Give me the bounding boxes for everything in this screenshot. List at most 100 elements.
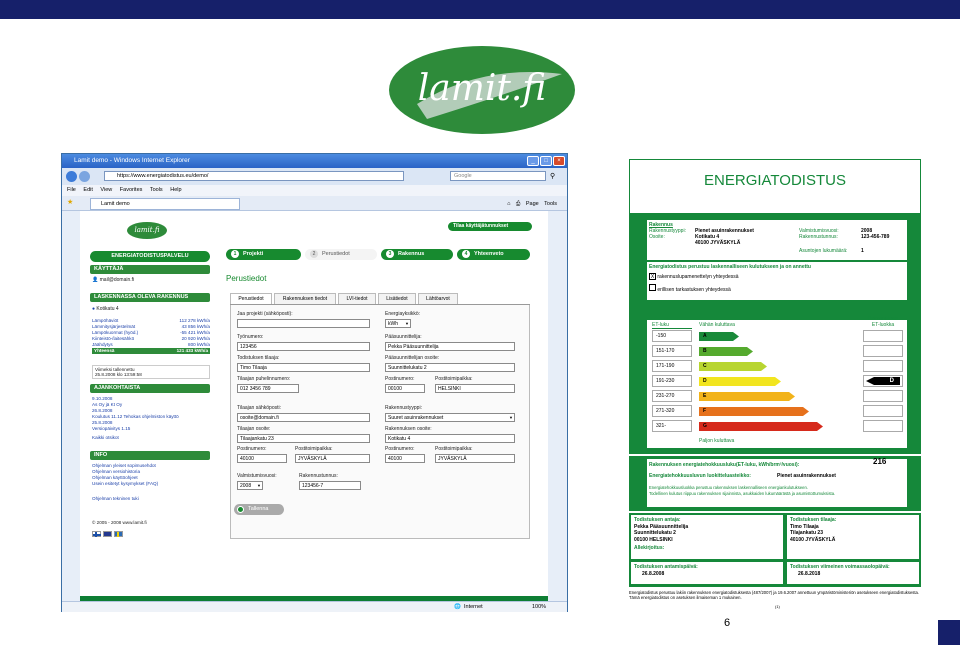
cert-green-area: Rakennus Rakennustyyppi: Pienet asuinrak… xyxy=(629,214,921,454)
cert-result-area: Rakennuksen energiatehokkuusluku(ET-luku… xyxy=(629,456,921,511)
year-label: Valmistumisvuosi: xyxy=(237,473,277,479)
oaddr-input[interactable]: Tilaajankatu 23 xyxy=(237,434,370,443)
dcity-value: HELSINKI xyxy=(438,386,461,392)
cert-issuer-box: Todistuksen antaja: Pekka Pääsuunnitteli… xyxy=(631,515,783,559)
back-icon[interactable] xyxy=(66,171,77,182)
chevron-down-icon: ▼ xyxy=(405,321,409,326)
favorites-star-icon[interactable]: ★ xyxy=(67,198,73,206)
news-all-link[interactable]: Kaikki otsikot xyxy=(92,435,179,441)
print-icon[interactable]: ⎙ xyxy=(516,201,520,207)
browser-tab[interactable]: Lamit demo xyxy=(90,198,240,210)
unit-select[interactable]: kWh ▼ xyxy=(385,319,411,328)
support-link[interactable]: Ohjelman tekninen tuki xyxy=(92,496,158,502)
designer-input[interactable]: Pekka Pääsuunnittelija xyxy=(385,342,515,351)
flag-fi-icon[interactable] xyxy=(92,531,101,537)
type-value: Suuret asuinrakennukset xyxy=(388,415,444,421)
footer-copy: © 2005 - 2008 www.lamit.fi xyxy=(92,520,147,525)
tab-lahtoarvot[interactable]: Lähtöarvot xyxy=(418,293,458,304)
dpost-input[interactable]: 00100 xyxy=(385,384,425,393)
home-icon[interactable]: ⌂ xyxy=(507,201,510,207)
menu-tools[interactable]: Tools xyxy=(150,187,163,193)
baddr-input[interactable]: Kotikatu 4 xyxy=(385,434,515,443)
command-bar: ⌂ ⎙ Page Tools xyxy=(507,199,557,209)
cert-page: (1) xyxy=(775,604,780,609)
flag-se-icon[interactable] xyxy=(114,531,123,537)
step-projekti[interactable]: 1 Projekti xyxy=(226,249,301,260)
cert-date-box: Todistuksen antamispäivä: 26.8.2008 xyxy=(631,562,783,584)
step-rakennus[interactable]: 3 Rakennus xyxy=(381,249,453,260)
phone-input[interactable]: 012 3456 789 xyxy=(237,384,299,393)
browser-title: Lamit demo - Windows Internet Explorer xyxy=(74,157,190,164)
step-yhteenveto[interactable]: 4 Yhteenveto xyxy=(457,249,530,260)
forward-icon[interactable] xyxy=(79,171,90,182)
form-panel: Jaa projekti (sähköposti): Energiayksikk… xyxy=(230,305,530,539)
menu-file[interactable]: File xyxy=(67,187,76,193)
cert-note: Todellinen kulutus riippuu rakennuksen s… xyxy=(649,491,836,496)
cert-date-value: 26.8.2008 xyxy=(642,570,665,577)
cert-basis-title: Energiatodistus perustuu laskennalliseen… xyxy=(649,264,811,270)
minimize-icon[interactable]: _ xyxy=(527,156,539,166)
type-select[interactable]: Suuret asuinrakennukset ▼ xyxy=(385,413,515,422)
step-nav: 1 Projekti 2 Perustiedot 3 Rakennus 4 Yhteen… xyxy=(226,249,536,260)
maximize-icon[interactable]: □ xyxy=(540,156,552,166)
year-value: 2008 xyxy=(240,483,252,489)
orderer-input[interactable]: Timo Tilaaja xyxy=(237,363,370,372)
opost-input[interactable]: 40100 xyxy=(237,454,287,463)
opost-label: Postinumero: xyxy=(237,446,267,452)
tab-rakennuksen-tiedot[interactable]: Rakennuksen tiedot xyxy=(274,293,336,304)
year-select[interactable]: 2008 ▼ xyxy=(237,481,263,490)
step-num: 3 xyxy=(386,250,394,258)
tab-lvi-tiedot[interactable]: LVI-tiedot xyxy=(338,293,376,304)
tab-lisatiedot[interactable]: Lisätiedot xyxy=(378,293,416,304)
ocity-label: Postitoimipaikka: xyxy=(295,446,333,452)
step-num: 4 xyxy=(462,250,470,258)
tab-perustiedot[interactable]: Perustiedot xyxy=(230,293,272,304)
flag-gb-icon[interactable] xyxy=(103,531,112,537)
address-bar: https://www.energiatodistus.eu/demo/ Goo… xyxy=(62,168,567,185)
email-input[interactable]: osoite@domain.fi xyxy=(237,413,370,422)
tools-menu[interactable]: Tools xyxy=(544,201,557,207)
news-item[interactable]: Versiopäivitys 1.15 xyxy=(92,426,179,432)
bid-input[interactable]: 123456-7 xyxy=(299,481,361,490)
cert-class-bar: C xyxy=(699,362,767,371)
energy-unit: kWh/a xyxy=(196,336,210,341)
step-perustiedot[interactable]: 2 Perustiedot xyxy=(305,249,377,260)
menu-view[interactable]: View xyxy=(100,187,112,193)
building-header: LASKENNASSA OLEVA RAKENNUS xyxy=(90,293,210,302)
worknum-input[interactable]: 123456 xyxy=(237,342,370,351)
menu-edit[interactable]: Edit xyxy=(83,187,92,193)
url-input[interactable]: https://www.energiatodistus.eu/demo/ xyxy=(104,171,404,181)
language-flags xyxy=(92,531,123,537)
unit-value: kWh xyxy=(388,321,398,327)
order-credentials-button[interactable]: Tilaa käyttäjätunnukset xyxy=(448,222,532,231)
search-icon[interactable]: ⚲ xyxy=(550,172,555,180)
designer-addr-input[interactable]: Suunnittelukatu 2 xyxy=(385,363,515,372)
cert-check-row: erillisen tarkastuksen yhteydessä xyxy=(649,284,905,293)
cert-class-bar: B xyxy=(699,347,753,356)
project-input[interactable] xyxy=(237,319,370,328)
opost-value: 40100 xyxy=(240,456,254,462)
menu-help[interactable]: Help xyxy=(170,187,181,193)
cert-less-label: Vähän kuluttava xyxy=(699,322,735,328)
info-link[interactable]: Usein esitetyt kysymykset (FAQ) xyxy=(92,481,158,487)
logo-text: lamit.fi xyxy=(418,68,547,109)
menu-favorites[interactable]: Favorites xyxy=(120,187,143,193)
page-menu[interactable]: Page xyxy=(526,201,539,207)
ocity-input[interactable]: JYVÄSKYLÄ xyxy=(295,454,370,463)
cert-class-letter: F xyxy=(703,408,707,414)
designer-addr-label: Pääsuunnittelijan osoite: xyxy=(385,355,440,361)
app-logo-badge: lamit.fi xyxy=(127,222,167,239)
save-button[interactable]: Tallenna xyxy=(234,504,284,515)
zoom-level[interactable]: 100% xyxy=(532,602,546,613)
search-input[interactable]: Google xyxy=(450,171,546,181)
step-label: Perustiedot xyxy=(322,251,350,257)
bpost-input[interactable]: 40100 xyxy=(385,454,425,463)
bcity-input[interactable]: JYVÄSKYLÄ xyxy=(435,454,515,463)
phone-label: Tilaajan puhelinnumero: xyxy=(237,376,291,382)
email-label: Tilaajan sähköposti: xyxy=(237,405,282,411)
close-icon[interactable]: × xyxy=(553,156,565,166)
chevron-down-icon: ▼ xyxy=(509,415,513,420)
dcity-input[interactable]: HELSINKI xyxy=(435,384,515,393)
news-header: AJANKOHTAISTA xyxy=(90,384,210,393)
favorites-bar: ★ Lamit demo ⌂ ⎙ Page Tools xyxy=(62,196,567,211)
